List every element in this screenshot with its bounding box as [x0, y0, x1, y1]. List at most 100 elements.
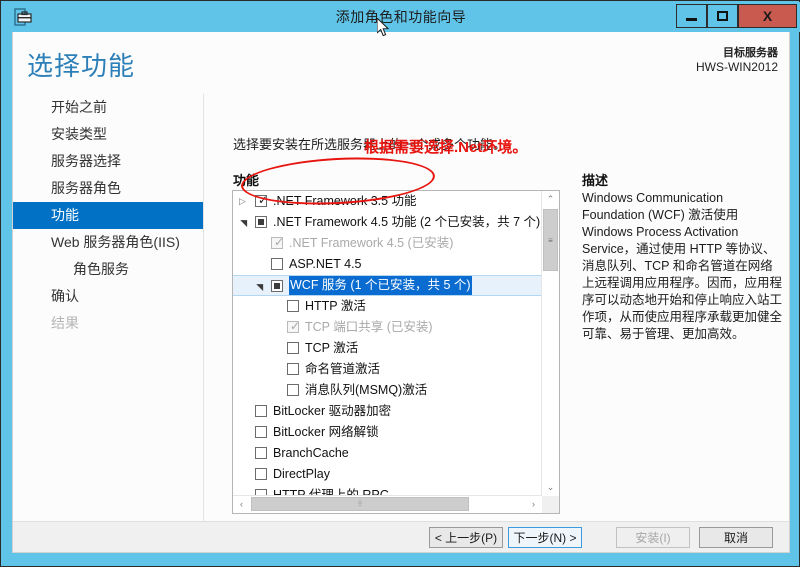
check-icon: ✓ — [258, 193, 269, 207]
feature-tree-row[interactable]: ▷ ✓ .NET Framework 3.5 功能 — [233, 191, 542, 212]
minimize-button[interactable] — [676, 4, 707, 28]
sidebar-item-4[interactable]: 功能 — [13, 202, 203, 229]
check-icon: ✓ — [274, 235, 285, 249]
feature-tree-row[interactable]: BitLocker 驱动器加密 — [233, 401, 542, 422]
scroll-right-icon[interactable]: › — [525, 496, 542, 512]
sidebar-item-label: 服务器角色 — [51, 180, 121, 196]
sidebar-item-2[interactable]: 服务器选择 — [13, 148, 203, 175]
feature-checkbox[interactable]: ✓ — [255, 193, 269, 207]
feature-label: 命名管道激活 — [305, 362, 381, 376]
minimize-icon — [686, 17, 697, 21]
chevron-down-icon[interactable]: ◢ — [238, 218, 248, 227]
features-tree-viewport: ▷ ✓ .NET Framework 3.5 功能 ◢ .NET Framework 4… — [233, 191, 542, 496]
sidebar-item-7[interactable]: 确认 — [13, 283, 203, 310]
feature-checkbox[interactable] — [271, 258, 283, 270]
scroll-left-icon[interactable]: ‹ — [233, 496, 250, 512]
previous-button[interactable]: < 上一步(P) — [429, 527, 503, 548]
feature-checkbox[interactable] — [287, 363, 299, 375]
chevron-down-icon[interactable]: ◢ — [254, 282, 264, 291]
partial-check-icon — [274, 283, 280, 289]
chevron-right-icon[interactable]: ▷ — [239, 197, 248, 206]
sidebar-item-label: 结果 — [51, 315, 79, 331]
page-title: 选择功能 — [27, 51, 136, 81]
wizard-sidebar: 开始之前安装类型服务器选择服务器角色功能 Web 服务器角色(IIS) 角色服务确认… — [13, 94, 204, 521]
sidebar-item-1[interactable]: 安装类型 — [13, 121, 203, 148]
feature-tree-row[interactable]: ◢ WCF 服务 (1 个已安装，共 5 个) — [233, 275, 542, 296]
feature-tree-row[interactable]: ✓ TCP 端口共享 (已安装) — [233, 317, 542, 338]
sidebar-item-label: 功能 — [51, 207, 79, 223]
description-text: Windows Communication Foundation (WCF) 激… — [582, 191, 783, 341]
feature-label: .NET Framework 4.5 (已安装) — [289, 236, 454, 250]
target-server-label: 目标服务器 — [723, 47, 778, 59]
feature-label: 消息队列(MSMQ)激活 — [305, 383, 428, 397]
scroll-down-icon[interactable]: ⌄ — [542, 479, 559, 496]
install-button: 安装(I) — [616, 527, 690, 548]
feature-label: WCF 服务 (1 个已安装，共 5 个) — [289, 276, 472, 295]
main-pane: 选择要安装在所选服务器上的一个或多个功能。 功能 描述 ▷ ✓ .NET Frame… — [204, 94, 789, 521]
feature-label: ASP.NET 4.5 — [289, 257, 362, 271]
maximize-button[interactable] — [707, 4, 738, 28]
feature-checkbox[interactable] — [287, 384, 299, 396]
sidebar-item-label: 确认 — [51, 288, 79, 304]
sidebar-item-8[interactable]: 结果 — [13, 310, 203, 337]
sidebar-item-0[interactable]: 开始之前 — [13, 94, 203, 121]
description-column-label: 描述 — [582, 173, 609, 188]
feature-tree-row[interactable]: BranchCache — [233, 443, 542, 464]
horizontal-scroll-thumb[interactable]: ⦙⦙ — [251, 497, 469, 511]
feature-tree-row[interactable]: BitLocker 网络解锁 — [233, 422, 542, 443]
vertical-scroll-thumb[interactable]: ≡ — [543, 209, 558, 271]
features-tree-vertical-scrollbar[interactable]: ⌃ ≡ ⌄ — [541, 191, 559, 496]
next-button[interactable]: 下一步(N) > — [508, 527, 582, 548]
feature-checkbox[interactable] — [255, 216, 267, 228]
feature-checkbox[interactable] — [255, 405, 267, 417]
sidebar-item-6[interactable]: 角色服务 — [13, 256, 203, 283]
mouse-cursor-icon — [376, 16, 391, 38]
close-button[interactable]: X — [738, 4, 797, 28]
feature-checkbox[interactable] — [287, 300, 299, 312]
target-server-block: 目标服务器 HWS-WIN2012 — [696, 46, 778, 75]
wizard-window: 添加角色和功能向导 X 选择功能 目标服务器 HWS-WIN2012 开始之前安… — [0, 0, 800, 567]
wizard-footer: < 上一步(P) 下一步(N) > 安装(I) 取消 — [13, 521, 789, 552]
feature-tree-row[interactable]: TCP 激活 — [233, 338, 542, 359]
sidebar-item-label: 角色服务 — [73, 261, 129, 277]
sidebar-item-5[interactable]: Web 服务器角色(IIS) — [13, 229, 203, 256]
scrollbar-corner — [542, 496, 559, 513]
check-icon: ✓ — [290, 319, 301, 333]
sidebar-item-label: Web 服务器角色(IIS) — [51, 234, 180, 250]
feature-checkbox: ✓ — [271, 235, 285, 249]
sidebar-item-label: 安装类型 — [51, 126, 107, 142]
feature-label: TCP 激活 — [305, 341, 359, 355]
sidebar-item-label: 开始之前 — [51, 99, 107, 115]
title-bar[interactable]: 添加角色和功能向导 X — [2, 2, 800, 32]
maximize-icon — [717, 11, 728, 21]
features-tree[interactable]: ▷ ✓ .NET Framework 3.5 功能 ◢ .NET Framework 4… — [232, 190, 560, 514]
feature-tree-row[interactable]: ASP.NET 4.5 — [233, 254, 542, 275]
feature-label: .NET Framework 4.5 功能 (2 个已安装，共 7 个) — [273, 215, 541, 229]
sidebar-item-label: 服务器选择 — [51, 153, 121, 169]
feature-tree-row[interactable]: DirectPlay — [233, 464, 542, 485]
feature-label: .NET Framework 3.5 功能 — [273, 194, 417, 208]
feature-checkbox[interactable] — [271, 280, 283, 292]
feature-label: BitLocker 驱动器加密 — [273, 404, 392, 418]
feature-label: TCP 端口共享 (已安装) — [305, 320, 433, 334]
partial-check-icon — [258, 219, 264, 225]
feature-checkbox: ✓ — [287, 319, 301, 333]
feature-checkbox[interactable] — [255, 426, 267, 438]
cancel-button[interactable]: 取消 — [699, 527, 773, 548]
annotation-note: 根据需要选择.Net环境。 — [364, 139, 528, 156]
features-column-label: 功能 — [233, 173, 260, 188]
feature-label: BitLocker 网络解锁 — [273, 425, 379, 439]
scroll-up-icon[interactable]: ⌃ — [542, 191, 559, 208]
feature-tree-row[interactable]: ◢ .NET Framework 4.5 功能 (2 个已安装，共 7 个) — [233, 212, 542, 233]
feature-checkbox[interactable] — [287, 342, 299, 354]
feature-label: HTTP 激活 — [305, 299, 366, 313]
feature-tree-row[interactable]: ✓ .NET Framework 4.5 (已安装) — [233, 233, 542, 254]
sidebar-item-3[interactable]: 服务器角色 — [13, 175, 203, 202]
feature-checkbox[interactable] — [255, 468, 267, 480]
features-tree-horizontal-scrollbar[interactable]: ‹ ⦙⦙ › — [233, 495, 542, 513]
feature-tree-row[interactable]: 命名管道激活 — [233, 359, 542, 380]
feature-tree-row[interactable]: 消息队列(MSMQ)激活 — [233, 380, 542, 401]
feature-checkbox[interactable] — [255, 447, 267, 459]
feature-tree-row[interactable]: HTTP 激活 — [233, 296, 542, 317]
feature-label: BranchCache — [273, 446, 349, 460]
